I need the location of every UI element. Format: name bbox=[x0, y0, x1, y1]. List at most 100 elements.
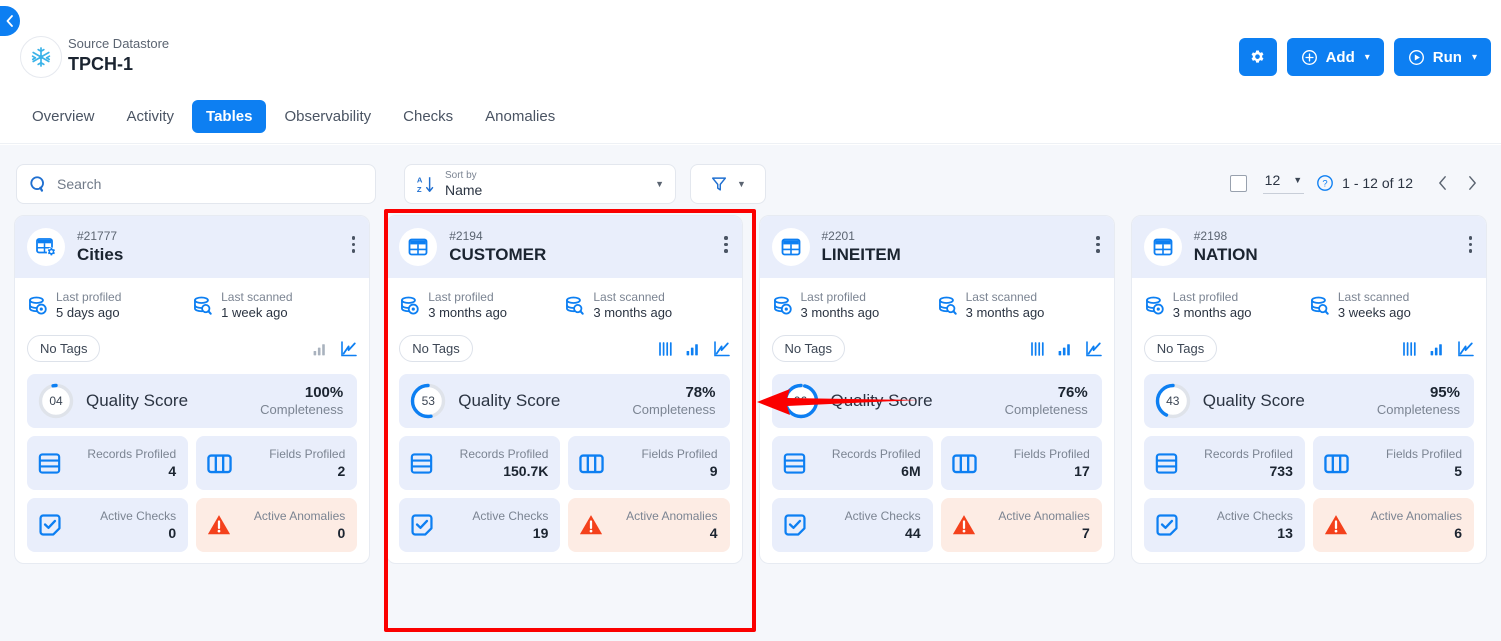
columns-chart-icon[interactable] bbox=[1029, 340, 1046, 357]
records-profiled-stat-value: 6M bbox=[901, 462, 921, 479]
last-scanned-text: Last scanned 1 week ago bbox=[221, 290, 292, 321]
table-avatar bbox=[1143, 228, 1182, 266]
tab-tables[interactable]: Tables bbox=[192, 99, 267, 133]
records-profiled-stat[interactable]: Records Profiled 733 bbox=[1143, 436, 1305, 490]
active-anomalies-stat[interactable]: Active Anomalies 7 bbox=[940, 498, 1102, 552]
records-profiled-stat[interactable]: Records Profiled 6M bbox=[771, 436, 933, 490]
fields-profiled-stat-text: Fields Profiled 5 bbox=[1386, 447, 1462, 480]
bar-chart-icon[interactable] bbox=[685, 340, 702, 357]
tab-observability[interactable]: Observability bbox=[270, 100, 385, 133]
table-card-grid: #21777 Cities Last profiled 5 days ago Last … bbox=[14, 215, 1487, 564]
svg-text:?: ? bbox=[1323, 179, 1328, 190]
fields-profiled-stat[interactable]: Fields Profiled 17 bbox=[940, 436, 1102, 490]
prev-page-button[interactable] bbox=[1427, 168, 1457, 198]
tab-list: Overview Activity Tables Observability Check… bbox=[0, 88, 1501, 144]
tab-checks[interactable]: Checks bbox=[389, 100, 467, 133]
table-card-menu-button[interactable] bbox=[1468, 236, 1472, 253]
records-profiled-icon bbox=[1154, 451, 1179, 476]
sort-by-select[interactable]: A Z Sort by Name ▼ bbox=[404, 164, 676, 204]
fields-profiled-stat[interactable]: Fields Profiled 9 bbox=[568, 436, 730, 490]
tags-chip[interactable]: No Tags bbox=[1143, 335, 1218, 362]
fields-profiled-stat-value: 9 bbox=[709, 462, 718, 479]
table-card-menu-button[interactable] bbox=[351, 236, 356, 253]
records-profiled-stat[interactable]: Records Profiled 150.7K bbox=[399, 436, 561, 490]
table-card[interactable]: #2194 CUSTOMER Last profiled 3 months ago La… bbox=[386, 215, 743, 564]
pagination-controls: 12 ▼ ? 1 - 12 of 12 bbox=[1229, 168, 1487, 198]
line-chart-icon[interactable] bbox=[1457, 340, 1474, 357]
fields-profiled-stat[interactable]: Fields Profiled 5 bbox=[1312, 436, 1474, 490]
table-card-menu-button[interactable] bbox=[724, 236, 728, 253]
next-page-button[interactable] bbox=[1457, 168, 1487, 198]
table-card-menu-button[interactable] bbox=[1096, 236, 1100, 253]
datastore-kind: Source Datastore bbox=[68, 36, 170, 51]
run-button[interactable]: Run ▾ bbox=[1393, 38, 1491, 76]
line-chart-icon[interactable] bbox=[713, 340, 730, 357]
database-eye-icon bbox=[1144, 295, 1165, 316]
tags-chip[interactable]: No Tags bbox=[771, 335, 845, 362]
active-checks-stat[interactable]: Active Checks 0 bbox=[27, 498, 189, 552]
fields-profiled-stat-label: Fields Profiled bbox=[641, 446, 718, 461]
tags-chip[interactable]: No Tags bbox=[399, 335, 473, 362]
tables-page: Source Datastore TPCH-1 Add ▾ Run ▾ Over… bbox=[0, 0, 1501, 641]
page-title: TPCH-1 bbox=[68, 54, 134, 74]
table-card[interactable]: #21777 Cities Last profiled 5 days ago Last … bbox=[14, 215, 371, 564]
fields-profiled-icon bbox=[578, 450, 605, 477]
active-anomalies-stat[interactable]: Active Anomalies 4 bbox=[568, 498, 730, 552]
completeness-label: Completeness bbox=[632, 402, 716, 417]
last-profiled-text: Last profiled 5 days ago bbox=[56, 290, 121, 321]
active-anomalies-stat-value: 0 bbox=[337, 524, 346, 541]
settings-button[interactable] bbox=[1238, 38, 1277, 76]
active-checks-stat-label: Active Checks bbox=[472, 508, 549, 523]
columns-chart-icon[interactable] bbox=[657, 340, 674, 357]
records-profiled-stat[interactable]: Records Profiled 4 bbox=[27, 436, 189, 490]
select-all-checkbox[interactable] bbox=[1229, 174, 1247, 192]
search-input[interactable]: Search bbox=[16, 164, 376, 204]
table-card-titles: #2198 NATION bbox=[1194, 229, 1258, 266]
columns-chart-icon[interactable] bbox=[1401, 340, 1418, 357]
page-size-select[interactable]: 12 ▼ bbox=[1262, 172, 1305, 194]
table-card-body: Last profiled 5 days ago Last scanned 1 wee… bbox=[15, 278, 369, 563]
last-scanned-value: 3 months ago bbox=[593, 305, 673, 320]
add-button[interactable]: Add ▾ bbox=[1286, 38, 1384, 76]
stat-grid: Records Profiled 150.7K Fields Profiled 9 Ac… bbox=[399, 436, 730, 552]
filter-button[interactable]: ▼ bbox=[690, 164, 766, 204]
active-checks-stat-label: Active Checks bbox=[844, 508, 921, 523]
active-anomalies-stat[interactable]: Active Anomalies 0 bbox=[196, 498, 358, 552]
active-anomalies-stat-label: Active Anomalies bbox=[253, 508, 346, 523]
active-checks-stat[interactable]: Active Checks 13 bbox=[1143, 498, 1305, 552]
active-checks-stat[interactable]: Active Checks 44 bbox=[771, 498, 933, 552]
tab-activity[interactable]: Activity bbox=[113, 100, 189, 133]
line-chart-icon[interactable] bbox=[1085, 340, 1102, 357]
tab-anomalies[interactable]: Anomalies bbox=[471, 100, 569, 133]
chevron-down-icon: ▼ bbox=[655, 179, 664, 189]
fields-profiled-stat-label: Fields Profiled bbox=[1385, 446, 1462, 461]
active-checks-stat[interactable]: Active Checks 19 bbox=[399, 498, 561, 552]
records-profiled-stat-text: Records Profiled 733 bbox=[1204, 447, 1293, 480]
last-scanned-value: 3 months ago bbox=[965, 305, 1045, 320]
help-button[interactable]: ? bbox=[1316, 174, 1334, 192]
records-profiled-stat-label: Records Profiled bbox=[459, 446, 549, 461]
table-card[interactable]: #2201 LINEITEM Last profiled 3 months ago La… bbox=[758, 215, 1115, 564]
datastore-logo bbox=[20, 36, 62, 78]
active-anomalies-stat[interactable]: Active Anomalies 6 bbox=[1312, 498, 1474, 552]
header-actions: Add ▾ Run ▾ bbox=[1238, 38, 1491, 76]
fields-profiled-stat-value: 17 bbox=[1074, 462, 1090, 479]
sort-by-caption: Sort by bbox=[445, 169, 477, 181]
bar-chart-icon[interactable] bbox=[1429, 340, 1446, 357]
tags-chip[interactable]: No Tags bbox=[27, 335, 101, 362]
completeness-block: 76% Completeness bbox=[1005, 384, 1088, 418]
fields-profiled-icon bbox=[1323, 450, 1350, 477]
bar-chart-icon[interactable] bbox=[1057, 340, 1074, 357]
last-scanned-label: Last scanned bbox=[965, 290, 1038, 304]
bar-chart-icon[interactable] bbox=[312, 340, 329, 357]
line-chart-icon[interactable] bbox=[340, 340, 358, 357]
completeness-value: 100% bbox=[304, 384, 344, 401]
table-card[interactable]: #2198 NATION Last profiled 3 months ago Last… bbox=[1130, 215, 1487, 564]
table-name: LINEITEM bbox=[821, 244, 901, 264]
active-anomalies-stat-value: 6 bbox=[1454, 524, 1462, 541]
tab-overview[interactable]: Overview bbox=[18, 100, 109, 133]
fields-profiled-stat-label: Fields Profiled bbox=[269, 446, 346, 461]
table-card-header: #2201 LINEITEM bbox=[759, 216, 1114, 278]
chevron-down-icon: ▼ bbox=[1293, 175, 1303, 185]
fields-profiled-stat[interactable]: Fields Profiled 2 bbox=[196, 436, 358, 490]
